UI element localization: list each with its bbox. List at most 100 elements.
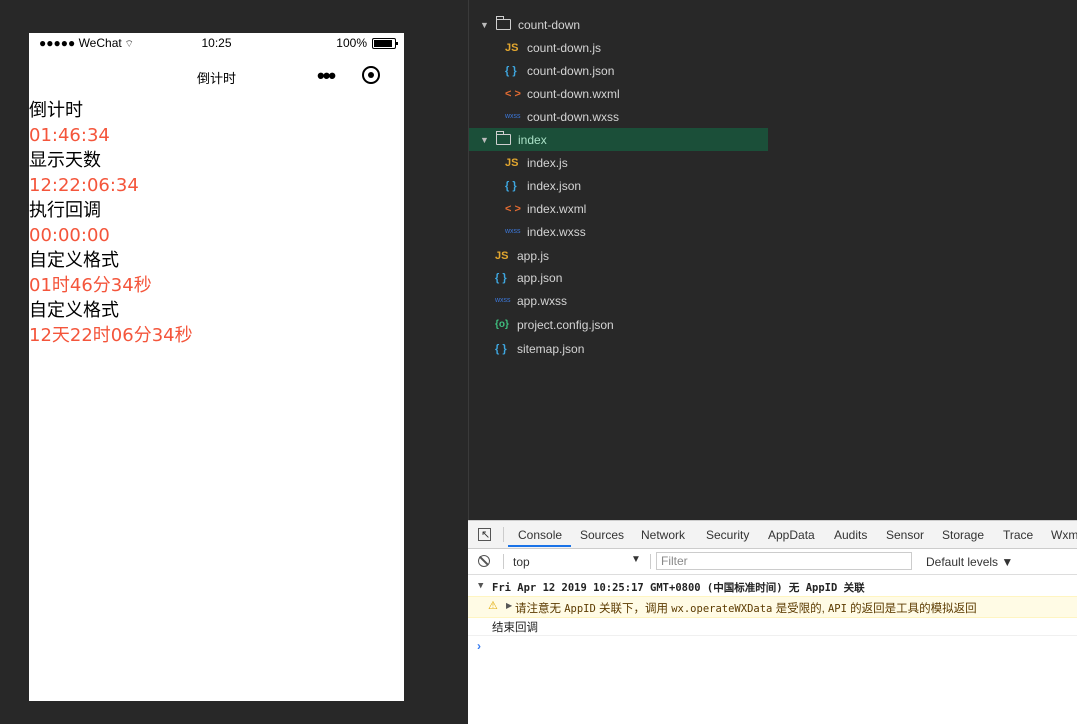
tree-item-label: index.wxss: [527, 224, 586, 239]
json-file-icon: { }: [505, 179, 517, 192]
countdown-value: 12天22时06分34秒: [29, 325, 193, 346]
tree-item-label: count-down.js: [527, 40, 602, 55]
more-icon[interactable]: •••: [317, 63, 336, 89]
clear-console-icon[interactable]: [478, 555, 490, 567]
inspect-icon[interactable]: [478, 528, 491, 541]
close-capsule-icon[interactable]: [362, 66, 380, 84]
divider: [503, 554, 504, 569]
cfg-file-icon: {o}: [495, 319, 509, 330]
countdown-label: 倒计时: [29, 100, 83, 121]
devtools-panel: Console Sources Network Security AppData Audi…: [468, 520, 1077, 724]
tab-console[interactable]: Console: [518, 528, 562, 542]
tree-file[interactable]: wxss count-down.wxss: [469, 105, 804, 128]
tab-trace[interactable]: Trace: [1003, 528, 1033, 542]
tab-wxm[interactable]: Wxm: [1051, 528, 1077, 542]
nav-bar: 倒计时 •••: [29, 53, 404, 97]
simulator-panel: ●●●●● WeChat ⌔ 10:25 100% 倒计时 ••• 倒计时 01:…: [0, 0, 467, 723]
tab-network[interactable]: Network: [641, 528, 685, 542]
tree-file[interactable]: { } app.json: [469, 266, 794, 289]
wxml-file-icon: < >: [505, 202, 521, 215]
countdown-label: 显示天数: [29, 150, 101, 171]
js-file-icon: JS: [505, 156, 519, 169]
tree-item-label: count-down.json: [527, 63, 615, 78]
wxml-file-icon: < >: [505, 87, 521, 100]
tree-item-label: index.wxml: [527, 201, 587, 216]
wxss-file-icon: wxss: [505, 228, 521, 235]
tab-audits[interactable]: Audits: [834, 528, 867, 542]
js-file-icon: JS: [505, 41, 519, 54]
json-file-icon: { }: [505, 64, 517, 77]
js-file-icon: JS: [495, 249, 509, 262]
divider: [503, 527, 504, 542]
wxss-file-icon: wxss: [495, 297, 511, 304]
countdown-label: 自定义格式: [29, 250, 119, 271]
countdown-value: 12:22:06:34: [29, 175, 139, 196]
countdown-list: 倒计时 01:46:34 显示天数 12:22:06:34 执行回调 00:00:00 自定…: [29, 98, 404, 348]
tree-folder[interactable]: ▼ count-down: [469, 13, 779, 36]
caret-down-icon[interactable]: ▼: [631, 554, 641, 565]
tree-file[interactable]: { } sitemap.json: [469, 337, 794, 360]
battery-percent: 100%: [336, 36, 367, 50]
devtools-tabs: Console Sources Network Security AppData Audi…: [468, 521, 1077, 549]
tree-item-label: index: [518, 132, 547, 147]
log-message: 结束回调: [468, 617, 1077, 636]
tree-item-label: sitemap.json: [517, 341, 585, 356]
status-bar: ●●●●● WeChat ⌔ 10:25 100%: [29, 33, 404, 53]
expand-arrow-icon[interactable]: ▼: [480, 20, 490, 30]
log-levels-select[interactable]: Default levels ▼: [926, 555, 1013, 569]
tree-file[interactable]: < > count-down.wxml: [469, 82, 804, 105]
warning-icon: ⚠: [488, 600, 498, 612]
folder-icon: [496, 16, 511, 30]
tree-item-label: app.js: [517, 248, 550, 263]
tab-security[interactable]: Security: [706, 528, 749, 542]
countdown-value: 01时46分34秒: [29, 275, 152, 296]
tree-folder[interactable]: ▼ index: [469, 128, 779, 151]
filter-input[interactable]: [656, 552, 912, 570]
json-file-icon: { }: [495, 342, 507, 355]
tree-file[interactable]: { } index.json: [469, 174, 804, 197]
console-prompt[interactable]: ›: [477, 639, 481, 653]
active-tab-indicator: [508, 545, 571, 547]
status-right: 100%: [336, 36, 398, 50]
tree-item-label: count-down.wxss: [527, 109, 620, 124]
wxss-file-icon: wxss: [505, 113, 521, 120]
tree-item-label: project.config.json: [517, 317, 614, 332]
tree-file[interactable]: < > index.wxml: [469, 197, 804, 220]
console-filter-bar: top ▼ Default levels ▼: [468, 549, 1077, 575]
json-file-icon: { }: [495, 271, 507, 284]
nav-title: 倒计时: [196, 71, 236, 86]
expand-arrow-icon[interactable]: ▼: [480, 135, 490, 145]
tree-file[interactable]: wxss index.wxss: [469, 220, 804, 243]
editor-area: [768, 0, 1077, 520]
tree-file[interactable]: wxss app.wxss: [469, 289, 794, 312]
tab-sources[interactable]: Sources: [580, 528, 624, 542]
tree-file[interactable]: JS index.js: [469, 151, 804, 174]
tab-appdata[interactable]: AppData: [768, 528, 815, 542]
countdown-value: 01:46:34: [29, 125, 110, 146]
countdown-label: 执行回调: [29, 200, 101, 221]
file-tree: ▼ count-down JS count-down.js { } count-down.…: [468, 0, 779, 520]
tree-item-label: index.js: [527, 155, 568, 170]
tree-file[interactable]: { } count-down.json: [469, 59, 804, 82]
folder-icon: [496, 131, 511, 145]
triangle-right-icon[interactable]: ▶: [506, 601, 512, 610]
tab-storage[interactable]: Storage: [942, 528, 984, 542]
tree-file[interactable]: JS app.js: [469, 244, 794, 267]
phone-screen: ●●●●● WeChat ⌔ 10:25 100% 倒计时 ••• 倒计时 01:…: [29, 33, 404, 701]
tab-sensor[interactable]: Sensor: [886, 528, 924, 542]
tree-item-label: app.wxss: [517, 293, 568, 308]
context-selector[interactable]: top: [513, 555, 530, 569]
tree-item-label: count-down.wxml: [527, 86, 620, 101]
tree-item-label: count-down: [518, 17, 581, 32]
tree-file[interactable]: JS count-down.js: [469, 36, 804, 59]
countdown-label: 自定义格式: [29, 300, 119, 321]
tree-item-label: app.json: [517, 270, 563, 285]
tree-item-label: index.json: [527, 178, 582, 193]
countdown-value: 00:00:00: [29, 225, 110, 246]
log-warning[interactable]: ⚠ ▶ 请注意无 AppID 关联下，调用 wx.operateWXData 是…: [468, 596, 1077, 618]
tree-file[interactable]: {o} project.config.json: [469, 313, 794, 336]
triangle-down-icon[interactable]: ▼: [478, 581, 483, 591]
battery-icon: [372, 37, 398, 49]
divider: [650, 554, 651, 569]
log-group-header[interactable]: ▼ Fri Apr 12 2019 10:25:17 GMT+0800 (中国标…: [468, 577, 1077, 596]
